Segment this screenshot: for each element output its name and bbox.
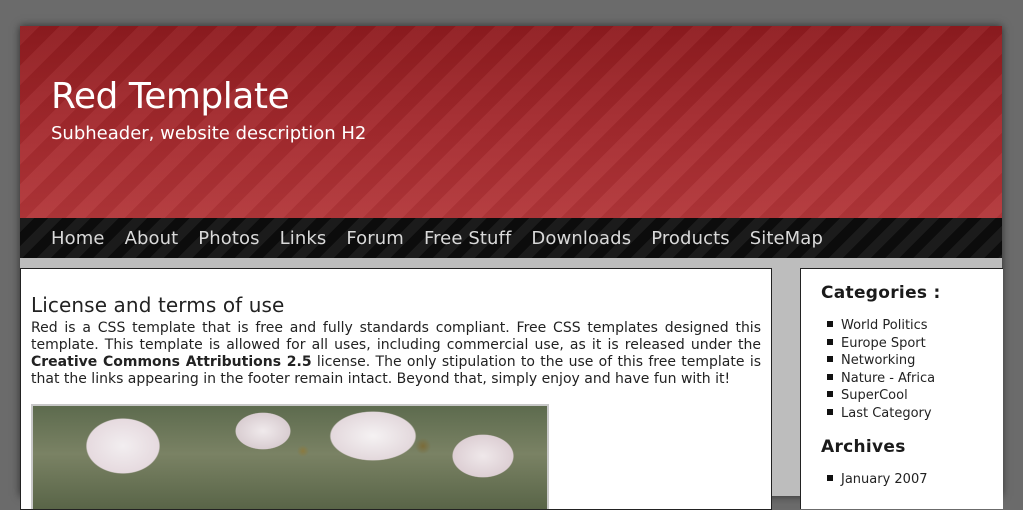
page-container: Red Template Subheader, website descript… xyxy=(20,26,1003,510)
nav-products[interactable]: Products xyxy=(651,228,730,249)
nav-forum[interactable]: Forum xyxy=(346,228,404,249)
main-nav: Home About Photos Links Forum Free Stuff… xyxy=(20,218,1002,258)
archives-list: January 2007 xyxy=(827,469,928,487)
content-heading: License and terms of use xyxy=(31,293,285,317)
nav-free-stuff[interactable]: Free Stuff xyxy=(424,228,511,249)
archive-item: January 2007 xyxy=(827,469,928,487)
category-link-europe-sport[interactable]: Europe Sport xyxy=(841,336,926,351)
categories-heading: Categories : xyxy=(821,283,941,303)
category-item: Last Category xyxy=(827,403,935,421)
sidebar: Categories : World Politics Europe Sport… xyxy=(800,268,1003,509)
site-title: Red Template xyxy=(51,76,290,117)
category-item: SuperCool xyxy=(827,385,935,403)
category-item: Nature - Africa xyxy=(827,368,935,386)
main-content: License and terms of use Red is a CSS te… xyxy=(20,268,772,510)
nav-photos[interactable]: Photos xyxy=(198,228,259,249)
category-link-last-category[interactable]: Last Category xyxy=(841,406,932,421)
category-link-networking[interactable]: Networking xyxy=(841,353,915,368)
site-header: Red Template Subheader, website descript… xyxy=(20,26,1002,218)
flower-photo xyxy=(31,404,549,509)
intro-text-start: Red is a CSS template that is free and f… xyxy=(31,320,761,353)
categories-list: World Politics Europe Sport Networking N… xyxy=(827,315,935,421)
site-subtitle: Subheader, website description H2 xyxy=(51,123,367,144)
nav-links[interactable]: Links xyxy=(280,228,327,249)
category-link-nature-africa[interactable]: Nature - Africa xyxy=(841,371,935,386)
nav-sitemap[interactable]: SiteMap xyxy=(750,228,823,249)
nav-home[interactable]: Home xyxy=(51,228,105,249)
intro-paragraph: Red is a CSS template that is free and f… xyxy=(31,320,761,388)
category-item: Europe Sport xyxy=(827,333,935,351)
category-item: World Politics xyxy=(827,315,935,333)
nav-downloads[interactable]: Downloads xyxy=(531,228,631,249)
archive-link-january-2007[interactable]: January 2007 xyxy=(841,472,928,487)
category-link-supercool[interactable]: SuperCool xyxy=(841,388,908,403)
category-item: Networking xyxy=(827,350,935,368)
category-link-world-politics[interactable]: World Politics xyxy=(841,318,928,333)
nav-about[interactable]: About xyxy=(125,228,179,249)
license-name: Creative Commons Attributions 2.5 xyxy=(31,354,312,370)
archives-heading: Archives xyxy=(821,437,906,457)
